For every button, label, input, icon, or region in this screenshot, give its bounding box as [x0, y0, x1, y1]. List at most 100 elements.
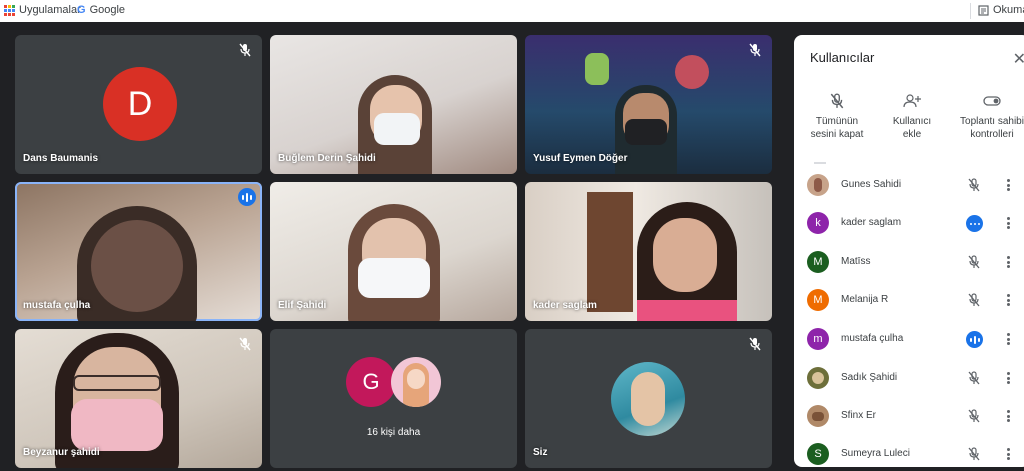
add-person-icon	[903, 94, 921, 108]
participant-name: Sadık Şahidi	[841, 372, 898, 383]
avatar	[807, 405, 829, 427]
mic-off-icon	[968, 409, 980, 423]
participant-tile[interactable]: Beyzanur şahidi	[15, 329, 262, 468]
avatar: k	[807, 212, 829, 234]
close-icon[interactable]: ✕	[1013, 49, 1024, 69]
face-mask	[374, 113, 420, 145]
host-controls-label-1: Toplantı sahibi	[960, 116, 1024, 127]
glasses	[73, 375, 161, 391]
add-user-button[interactable]: Kullanıcı ekle	[882, 93, 942, 141]
participant-name: Elif Şahidi	[278, 300, 327, 311]
add-user-label-2: ekle	[902, 129, 922, 140]
participant-name: Dans Baumanis	[23, 153, 99, 164]
mic-off-icon	[968, 293, 980, 307]
more-participants-tile[interactable]: G 16 kişi daha	[270, 329, 517, 468]
reading-list-icon	[978, 4, 989, 16]
mic-off-icon	[968, 178, 980, 192]
background-planet	[675, 55, 709, 89]
video-face	[91, 220, 183, 312]
participant-row[interactable]: Gunes Sahidi	[794, 167, 1024, 205]
meeting-stage: D Dans Baumanis Buğlem Derin Şahidi Yusu…	[0, 22, 1024, 471]
participant-name: Beyzanur şahidi	[23, 447, 100, 458]
participant-row[interactable]: Sadık Şahidi	[794, 360, 1024, 398]
reading-list-label: Okuma l	[993, 4, 1024, 16]
avatar: S	[807, 443, 829, 465]
scroll-fade	[814, 162, 826, 164]
background-robot	[585, 53, 609, 85]
more-options-icon[interactable]	[1001, 371, 1015, 385]
participant-name: mustafa çulha	[23, 300, 91, 311]
typing-indicator-icon	[966, 215, 983, 232]
face-mask	[358, 258, 430, 298]
mic-off-icon	[749, 337, 761, 351]
face-mask	[625, 119, 667, 145]
participant-name: Siz	[533, 447, 548, 458]
participant-name: kader saglam	[841, 217, 902, 228]
more-participants-label: 16 kişi daha	[366, 427, 421, 438]
avatar	[807, 174, 829, 196]
participant-tile[interactable]: Yusuf Eymen Döğer	[525, 35, 772, 174]
more-options-icon[interactable]	[1001, 293, 1015, 307]
more-options-icon[interactable]	[1001, 178, 1015, 192]
more-options-icon[interactable]	[1001, 255, 1015, 269]
participant-name: Matīss	[841, 256, 871, 267]
participant-row[interactable]: m mustafa çulha	[794, 321, 1024, 359]
avatar	[807, 367, 829, 389]
google-g-icon: G	[77, 4, 86, 16]
more-options-icon[interactable]	[1001, 447, 1015, 461]
more-options-icon[interactable]	[1001, 216, 1015, 230]
host-controls-button[interactable]: Toplantı sahibi kontrolleri	[954, 93, 1024, 141]
avatar: m	[807, 328, 829, 350]
participant-row[interactable]: M Matīss	[794, 244, 1024, 282]
toggle-icon	[983, 96, 1001, 106]
apps-bookmark-label: Uygulamalar	[19, 4, 81, 16]
participant-row[interactable]: S Sumeyra Luleci	[794, 436, 1024, 467]
avatar	[391, 357, 441, 407]
mic-off-icon	[749, 43, 761, 57]
mic-off-icon	[968, 255, 980, 269]
bookmark-divider	[970, 3, 971, 19]
participant-tile[interactable]: Elif Şahidi	[270, 182, 517, 321]
participant-row[interactable]: k kader saglam	[794, 205, 1024, 243]
mute-all-button[interactable]: Tümünün sesini kapat	[806, 93, 868, 141]
participant-row[interactable]: M Melanija R	[794, 282, 1024, 320]
participant-tile[interactable]: kader saglam	[525, 182, 772, 321]
self-tile[interactable]: Siz	[525, 329, 772, 468]
avatar: G	[346, 357, 396, 407]
participant-name: Gunes Sahidi	[841, 179, 902, 190]
add-user-label-1: Kullanıcı	[892, 116, 932, 127]
video-face	[653, 218, 717, 292]
participant-name: Buğlem Derin Şahidi	[278, 153, 376, 164]
mic-off-icon	[968, 447, 980, 461]
participant-name: Melanija R	[841, 294, 889, 305]
host-controls-label-2: kontrolleri	[970, 129, 1014, 140]
shirt	[637, 300, 737, 321]
participant-name: mustafa çulha	[841, 333, 904, 344]
more-options-icon[interactable]	[1001, 332, 1015, 346]
participant-tile[interactable]: mustafa çulha	[15, 182, 262, 321]
apps-grid-icon	[4, 4, 15, 16]
google-bookmark[interactable]: G Google	[77, 4, 125, 16]
speaking-indicator-icon	[966, 331, 983, 348]
people-panel: Kullanıcılar ✕ Tümünün sesini kapat Kull…	[794, 35, 1024, 467]
background-door	[587, 192, 633, 312]
participant-name: Sumeyra Luleci	[841, 448, 910, 459]
panel-title: Kullanıcılar	[810, 50, 875, 65]
google-bookmark-label: Google	[89, 4, 126, 16]
apps-bookmark[interactable]: Uygulamalar	[4, 4, 81, 16]
face-mask	[71, 399, 163, 451]
participant-tile[interactable]: D Dans Baumanis	[15, 35, 262, 174]
participant-row[interactable]: Sfinx Er	[794, 398, 1024, 436]
reading-list-button[interactable]: Okuma l	[978, 4, 1024, 16]
avatar: M	[807, 251, 829, 273]
mic-off-icon	[830, 93, 844, 109]
mic-off-icon	[239, 43, 251, 57]
bookmarks-bar: Uygulamalar G Google Okuma l	[0, 0, 1024, 23]
more-options-icon[interactable]	[1001, 409, 1015, 423]
participant-tile[interactable]: Buğlem Derin Şahidi	[270, 35, 517, 174]
participant-name: Sfinx Er	[841, 410, 877, 421]
mic-off-icon	[968, 371, 980, 385]
mute-all-label-1: Tümünün	[815, 116, 859, 127]
mute-all-label-2: sesini kapat	[810, 129, 864, 140]
avatar	[611, 362, 685, 436]
